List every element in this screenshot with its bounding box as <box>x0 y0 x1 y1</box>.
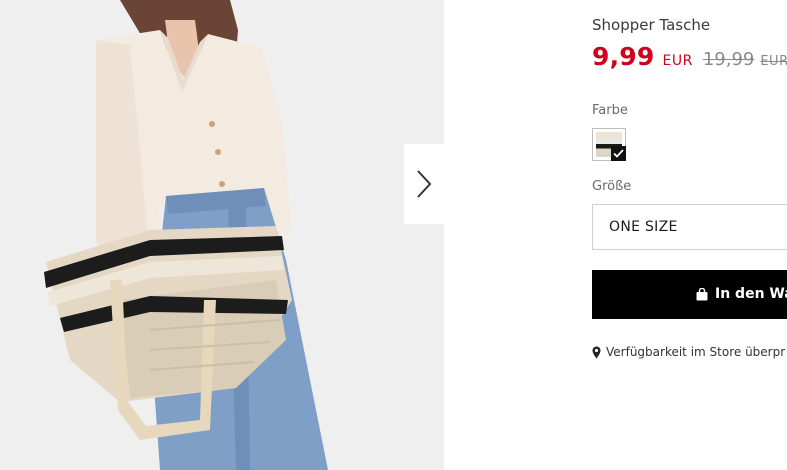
store-availability-link[interactable]: Verfügbarkeit im Store überpr <box>592 345 785 359</box>
product-title: Shopper Tasche <box>592 16 711 34</box>
next-image-button[interactable] <box>404 144 444 224</box>
map-pin-icon <box>592 346 601 358</box>
product-details: Shopper Tasche 9,99 EUR 19,99 EUR Farbe … <box>592 0 787 470</box>
sale-price: 9,99 <box>592 42 655 71</box>
sale-price-currency: EUR <box>662 53 693 69</box>
checkmark-icon <box>611 146 626 161</box>
chevron-right-icon <box>417 170 432 198</box>
size-label: Größe <box>592 179 632 194</box>
product-image <box>0 0 444 470</box>
original-price: 19,99 <box>702 49 755 70</box>
shopping-bag-icon <box>696 287 708 300</box>
add-to-cart-label: In den Wa <box>715 286 787 302</box>
color-swatch[interactable] <box>592 128 626 161</box>
add-to-cart-content: In den Wa <box>696 286 787 302</box>
price-block: 9,99 EUR 19,99 EUR <box>592 42 787 71</box>
size-select[interactable]: ONE SIZE <box>592 204 787 250</box>
store-availability-label: Verfügbarkeit im Store überpr <box>606 345 786 359</box>
size-select-value: ONE SIZE <box>609 219 678 235</box>
original-price-currency: EUR <box>760 54 787 69</box>
color-label: Farbe <box>592 103 628 118</box>
add-to-cart-button[interactable]: In den Wa <box>592 270 787 319</box>
